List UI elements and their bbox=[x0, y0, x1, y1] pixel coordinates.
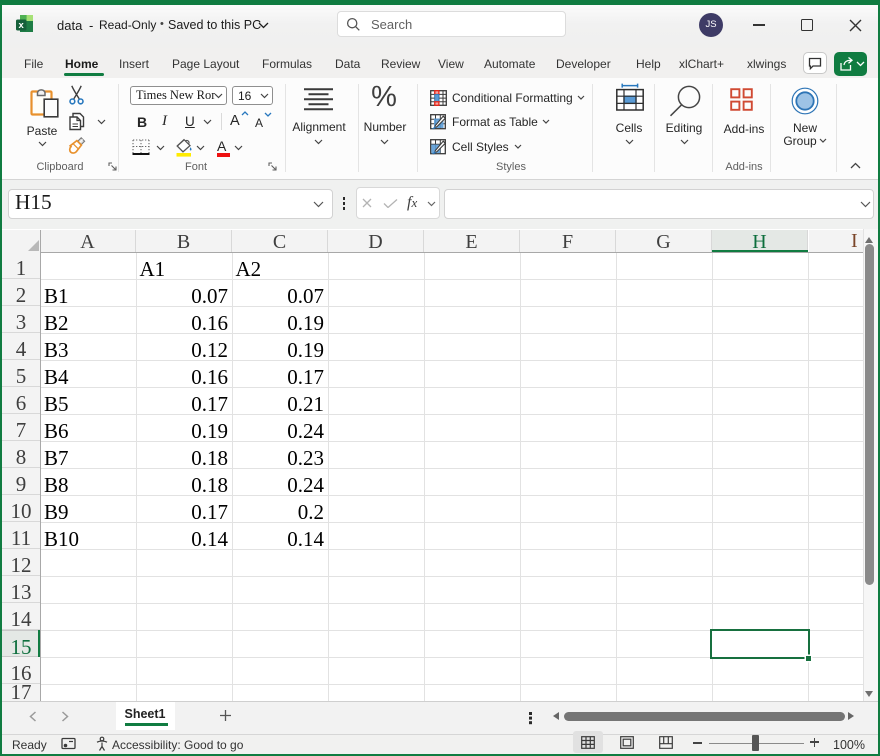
svg-text:x: x bbox=[19, 20, 25, 31]
